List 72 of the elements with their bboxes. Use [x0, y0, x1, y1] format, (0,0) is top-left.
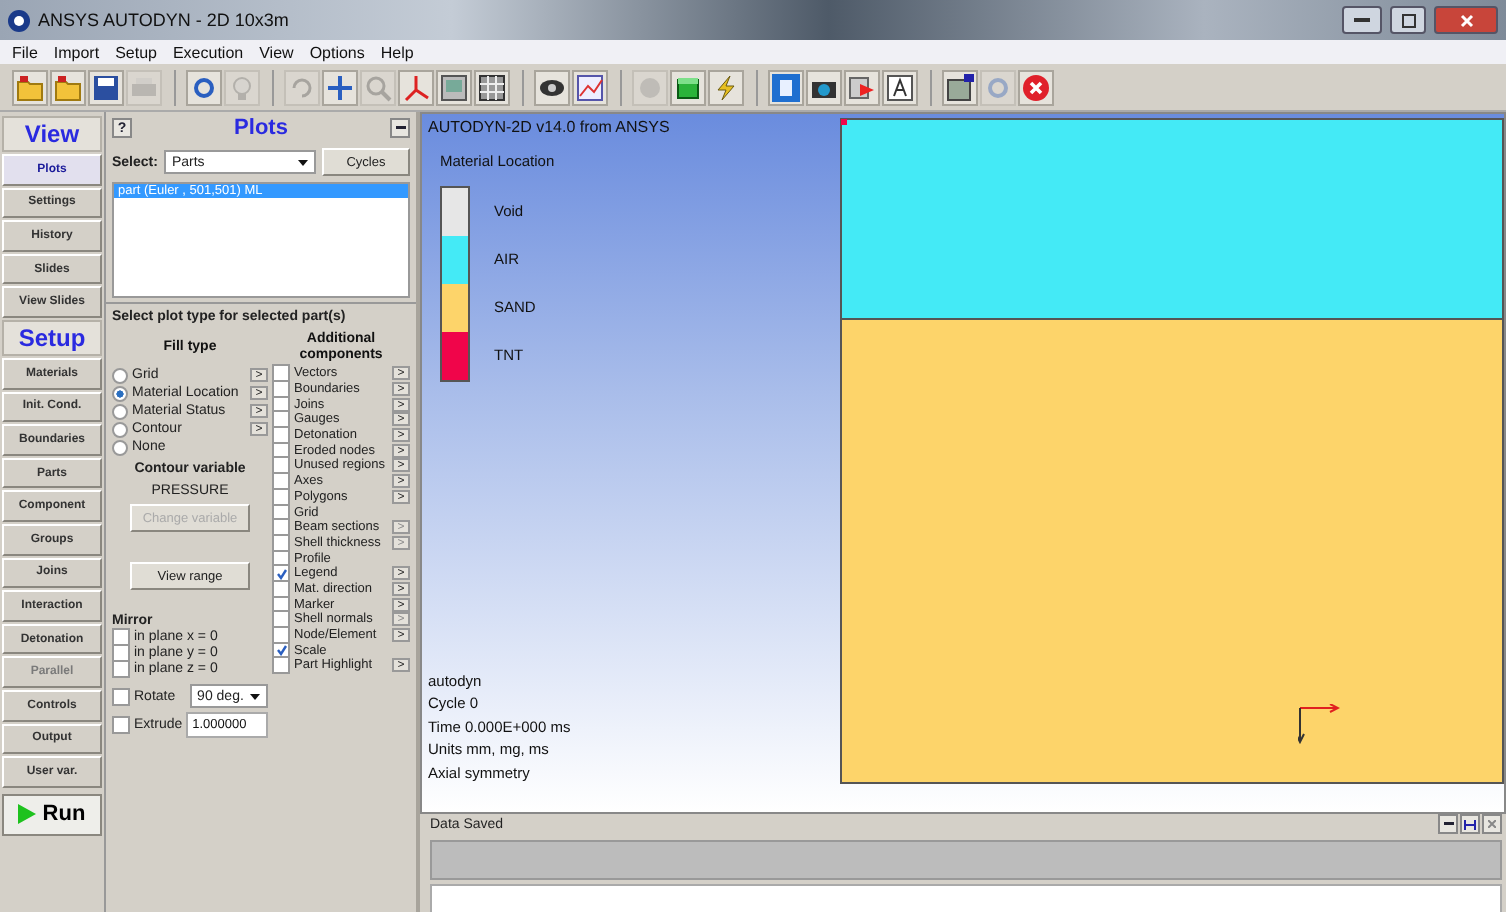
minimize-button[interactable]: [1438, 814, 1458, 835]
frame-icon: [886, 73, 914, 101]
viewport-title: AUTODYN-2D v14.0 from ANSYS: [428, 118, 672, 136]
close-icon: [1488, 820, 1496, 829]
toolbar-button[interactable]: [436, 69, 472, 105]
rotate-icon: [288, 73, 316, 101]
app-logo-icon: [8, 9, 30, 31]
minimize-icon: [1354, 17, 1370, 23]
checkbox[interactable]: [112, 627, 130, 645]
checkbox[interactable]: [112, 715, 130, 733]
radio-button[interactable]: [112, 385, 128, 401]
menu-item[interactable]: Options: [309, 43, 365, 61]
axes-icon: [1298, 704, 1340, 744]
menu-item[interactable]: Setup: [115, 43, 157, 61]
radio-button[interactable]: [112, 421, 128, 437]
toolbar-button[interactable]: [572, 69, 608, 105]
lightning-icon: [712, 73, 740, 101]
maximize-icon: [1401, 13, 1415, 27]
cube-icon: [674, 73, 702, 101]
maximize-button[interactable]: [1390, 6, 1426, 34]
save-icon: [92, 73, 120, 101]
run-button[interactable]: Run: [2, 793, 102, 836]
minimize-icon: [395, 126, 405, 130]
grid-icon: [478, 73, 506, 101]
minimize-button[interactable]: [390, 118, 410, 138]
toolbar-button[interactable]: [806, 69, 842, 105]
square-icon: [772, 73, 800, 101]
minimize-icon: [1443, 822, 1453, 827]
folder-icon: [54, 73, 82, 101]
section-header: Setup: [2, 319, 102, 356]
printer-icon: [130, 73, 158, 101]
toolbar-button[interactable]: [670, 69, 706, 105]
zoom-icon: [364, 73, 392, 101]
bulb-icon: [228, 73, 256, 101]
caret-icon: [250, 693, 260, 699]
section-header: View: [2, 116, 102, 152]
close-icon: [1459, 13, 1473, 27]
refresh-icon: [190, 73, 218, 101]
restore-button[interactable]: [1460, 814, 1480, 835]
radio-button[interactable]: [112, 439, 128, 455]
image-icon: [440, 73, 468, 101]
folder-icon: [16, 73, 44, 101]
chart-icon: [576, 73, 604, 101]
caret-icon: [297, 159, 308, 165]
checkbox[interactable]: [272, 656, 290, 675]
restore-icon: [1464, 819, 1476, 830]
menu-item[interactable]: Execution: [172, 43, 244, 61]
play-icon: [18, 804, 37, 825]
close-icon: [1022, 73, 1050, 101]
move-icon: [326, 73, 354, 101]
toolbar-button[interactable]: [882, 69, 918, 105]
menu-item[interactable]: Import: [53, 43, 100, 61]
toolbar-button[interactable]: [534, 69, 570, 105]
toolbar-button[interactable]: [88, 69, 124, 105]
panel-title: Plots: [232, 116, 290, 140]
close-button[interactable]: [1434, 6, 1498, 34]
menu-item[interactable]: Help: [380, 43, 414, 61]
window-icon: [946, 73, 974, 101]
radio-button[interactable]: [112, 403, 128, 419]
axes-icon: [402, 73, 430, 101]
film-icon: [848, 73, 876, 101]
minimize-button[interactable]: [1342, 6, 1382, 34]
checkbox[interactable]: [112, 687, 130, 705]
refresh-icon: [984, 73, 1012, 101]
menu-item[interactable]: File: [12, 43, 38, 61]
menu-item[interactable]: View: [259, 43, 294, 61]
toolbar-button[interactable]: [942, 69, 978, 105]
window-title: ANSYS AUTODYN - 2D 10x3m: [38, 10, 291, 30]
circle-icon: [636, 73, 664, 101]
radio-button[interactable]: [112, 367, 128, 383]
command-field[interactable]: [430, 884, 1502, 912]
toolbar-button[interactable]: [474, 69, 510, 105]
